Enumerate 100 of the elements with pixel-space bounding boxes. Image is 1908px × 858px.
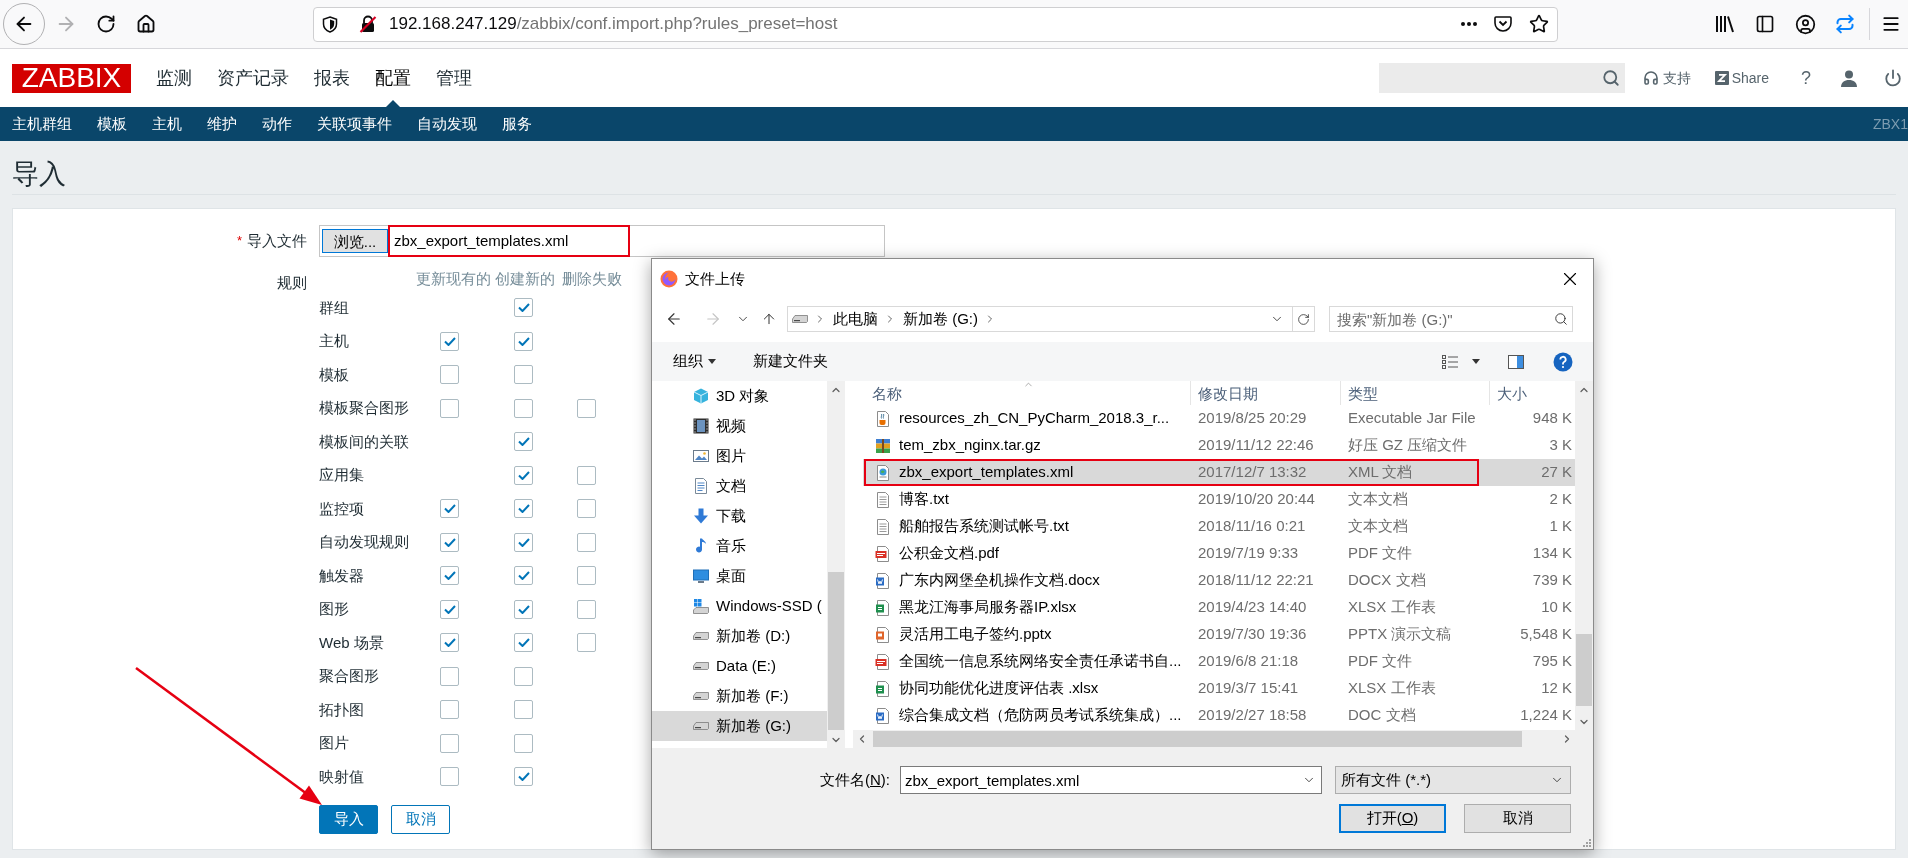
- checkbox[interactable]: [514, 767, 533, 787]
- checkbox[interactable]: [577, 465, 596, 485]
- column-header[interactable]: 大小: [1490, 381, 1575, 405]
- checkbox[interactable]: [514, 298, 533, 318]
- support-link[interactable]: 支持: [1642, 67, 1691, 89]
- scrollbar-thumb[interactable]: [1576, 634, 1592, 706]
- file-row[interactable]: 船舶报告系统测试帐号.txt 2018/11/16 0:21 文本文档 1 K: [863, 513, 1575, 540]
- search-field[interactable]: 搜索"新加卷 (G:)": [1329, 306, 1573, 332]
- nav-item[interactable]: 新加卷 (G:): [652, 711, 827, 741]
- file-row[interactable]: 灵活用工电子签约.pptx 2019/7/30 19:36 PPTX 演示文稿 5,548 K: [863, 621, 1575, 648]
- file-type-dropdown[interactable]: 所有文件 (*.*): [1335, 766, 1571, 794]
- file-row[interactable]: 博客.txt 2019/10/20 20:44 文本文档 2 K: [863, 486, 1575, 513]
- nav-item[interactable]: 新加卷 (D:): [652, 621, 827, 651]
- file-row[interactable]: 全国统一信息系统网络安全责任承诺书自... 2019/6/8 21:18 PDF 文件 795 K: [863, 648, 1575, 675]
- browse-button[interactable]: 浏览...: [322, 229, 388, 253]
- sub-menu-link[interactable]: 关联项事件: [317, 112, 392, 136]
- column-header[interactable]: 名称: [863, 381, 1191, 405]
- checkbox[interactable]: [440, 532, 459, 552]
- checkbox[interactable]: [440, 365, 459, 385]
- checkbox[interactable]: [577, 532, 596, 552]
- page-actions-button[interactable]: [1461, 22, 1477, 26]
- nav-item[interactable]: 音乐: [652, 531, 827, 561]
- address-bar[interactable]: 此电脑 新加卷 (G:): [787, 306, 1315, 332]
- open-button[interactable]: 打开(O): [1339, 804, 1446, 833]
- file-row[interactable]: 黑龙江海事局服务器IP.xlsx 2019/4/23 14:40 XLSX 工作表 10 K: [863, 594, 1575, 621]
- organize-button[interactable]: 组织: [673, 350, 716, 373]
- cancel-button[interactable]: 取消: [1464, 804, 1571, 833]
- checkbox[interactable]: [440, 666, 459, 686]
- nav-item[interactable]: Windows-SSD (: [652, 591, 827, 621]
- file-name-combobox[interactable]: zbx_export_templates.xml: [900, 766, 1322, 794]
- nav-item[interactable]: 下载: [652, 501, 827, 531]
- cancel-button[interactable]: 取消: [391, 805, 450, 834]
- sub-menu-link[interactable]: 维护: [207, 112, 237, 136]
- checkbox[interactable]: [440, 398, 459, 418]
- file-field[interactable]: 浏览... zbx_export_templates.xml: [319, 225, 885, 257]
- checkbox[interactable]: [514, 398, 533, 418]
- file-row[interactable]: 公积金文档.pdf 2019/7/19 9:33 PDF 文件 134 K: [863, 540, 1575, 567]
- checkbox[interactable]: [577, 633, 596, 653]
- checkbox[interactable]: [440, 733, 459, 753]
- save-button[interactable]: [1494, 16, 1512, 32]
- logo[interactable]: ZABBIX: [12, 63, 131, 93]
- sub-menu-link[interactable]: 服务: [502, 112, 532, 136]
- profile-button[interactable]: [1841, 69, 1857, 87]
- checkbox[interactable]: [514, 566, 533, 586]
- checkbox[interactable]: [514, 599, 533, 619]
- menu-tab[interactable]: 监测: [156, 49, 192, 107]
- breadcrumb-item[interactable]: 新加卷 (G:): [903, 307, 978, 331]
- nav-item[interactable]: Data (E:): [652, 651, 827, 681]
- resize-grip-icon[interactable]: [1582, 838, 1591, 847]
- nav-item[interactable]: 3D 对象: [652, 381, 827, 411]
- file-row[interactable]: zbx_export_templates.xml 2017/12/7 13:32 XML 文档 27 K: [863, 459, 1575, 486]
- checkbox[interactable]: [514, 499, 533, 519]
- checkbox[interactable]: [440, 331, 459, 351]
- nav-item[interactable]: 图片: [652, 441, 827, 471]
- checkbox[interactable]: [514, 365, 533, 385]
- checkbox[interactable]: [514, 700, 533, 720]
- help-link[interactable]: ?: [1801, 69, 1811, 87]
- menu-tab[interactable]: 资产记录: [217, 49, 289, 107]
- new-folder-button[interactable]: 新建文件夹: [753, 350, 828, 373]
- file-row[interactable]: tem_zbx_nginx.tar.gz 2019/11/12 22:46 好压 GZ 压缩文件 3 K: [863, 432, 1575, 459]
- file-row[interactable]: 广东内网堡垒机操作文档.docx 2018/11/12 22:21 DOCX 文档 739 K: [863, 567, 1575, 594]
- checkbox[interactable]: [440, 599, 459, 619]
- submit-button[interactable]: 导入: [319, 805, 378, 834]
- nav-item[interactable]: 文档: [652, 471, 827, 501]
- view-options-button[interactable]: [1442, 354, 1480, 369]
- checkbox[interactable]: [440, 566, 459, 586]
- breadcrumb-item[interactable]: 此电脑: [833, 307, 878, 331]
- nav-item[interactable]: 新加卷 (F:): [652, 681, 827, 711]
- sub-menu-link[interactable]: 主机: [152, 112, 182, 136]
- bookmark-button[interactable]: [1529, 14, 1549, 34]
- column-header[interactable]: 修改日期: [1191, 381, 1341, 405]
- checkbox[interactable]: [577, 566, 596, 586]
- checkbox[interactable]: [514, 532, 533, 552]
- sub-menu-link[interactable]: 主机群组: [12, 112, 72, 136]
- checkbox[interactable]: [514, 331, 533, 351]
- checkbox[interactable]: [440, 499, 459, 519]
- checkbox[interactable]: [514, 666, 533, 686]
- help-button[interactable]: [1553, 351, 1573, 372]
- search-field[interactable]: [1378, 63, 1625, 93]
- preview-pane-button[interactable]: [1508, 354, 1524, 369]
- sub-menu-link[interactable]: 动作: [262, 112, 292, 136]
- file-row[interactable]: 协同功能优化进度评估表 .xlsx 2019/3/7 15:41 XLSX 工作表 12 K: [863, 675, 1575, 702]
- checkbox[interactable]: [514, 432, 533, 452]
- file-row[interactable]: 综合集成文档（危防两员考试系统集成）... 2019/2/27 18:58 DOC 文档 1,224 K: [863, 702, 1575, 729]
- checkbox[interactable]: [440, 767, 459, 787]
- nav-item[interactable]: 桌面: [652, 561, 827, 591]
- nav-item[interactable]: 视频: [652, 411, 827, 441]
- checkbox[interactable]: [577, 599, 596, 619]
- sub-menu-link[interactable]: 模板: [97, 112, 127, 136]
- file-row[interactable]: resources_zh_CN_PyCharm_2018.3_r... 2019/8/25 20:29 Executable Jar File 948 K: [863, 405, 1575, 432]
- checkbox[interactable]: [514, 733, 533, 753]
- sub-menu-link[interactable]: 自动发现: [417, 112, 477, 136]
- checkbox[interactable]: [440, 700, 459, 720]
- sign-out-button[interactable]: [1884, 69, 1902, 87]
- checkbox[interactable]: [577, 398, 596, 418]
- column-header[interactable]: 类型: [1341, 381, 1490, 405]
- url-bar[interactable]: 192.168.247.129/zabbix/conf.import.php?rules_preset=host: [313, 6, 1558, 42]
- checkbox[interactable]: [440, 633, 459, 653]
- checkbox[interactable]: [514, 633, 533, 653]
- menu-tab[interactable]: 管理: [436, 49, 472, 107]
